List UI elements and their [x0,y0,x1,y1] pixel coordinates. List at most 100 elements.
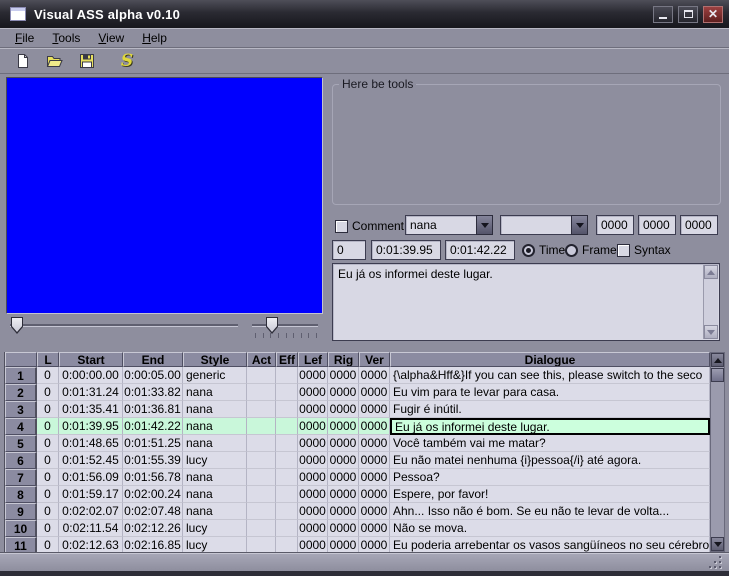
cell-lef[interactable]: 0000 [298,435,328,452]
styles-script-icon[interactable]: S [116,50,138,72]
cell-start[interactable]: 0:01:48.65 [59,435,123,452]
cell-act[interactable] [247,452,276,469]
header-rig[interactable]: Rig [328,352,359,367]
cell-act[interactable] [247,384,276,401]
cell-ver[interactable]: 0000 [359,469,390,486]
cell-style[interactable]: nana [183,418,247,435]
new-document-icon[interactable] [12,50,34,72]
cell-l[interactable]: 0 [37,435,59,452]
cell-l[interactable]: 0 [37,537,59,552]
cell-rig[interactable]: 0000 [328,367,359,384]
cell-eff[interactable] [276,435,298,452]
cell-eff[interactable] [276,384,298,401]
cell-start[interactable]: 0:01:59.17 [59,486,123,503]
table-row[interactable]: 900:02:02.070:02:07.48nana000000000000Ah… [5,503,710,520]
zoom-slider-thumb[interactable] [266,317,278,334]
subtitle-text-editor[interactable]: Eu já os informei deste lugar. [332,263,720,341]
cell-lef[interactable]: 0000 [298,486,328,503]
cell-eff[interactable] [276,503,298,520]
cell-lef[interactable]: 0000 [298,469,328,486]
cell-eff[interactable] [276,401,298,418]
cell-act[interactable] [247,486,276,503]
table-row[interactable]: 700:01:56.090:01:56.78nana000000000000Pe… [5,469,710,486]
row-number[interactable]: 5 [5,435,37,452]
grid-scrollbar[interactable] [710,352,725,552]
cell-act[interactable] [247,435,276,452]
header-lef[interactable]: Lef [298,352,328,367]
cell-dialogue[interactable]: Eu não matei nenhuma {i}pessoa{/i} até a… [390,452,710,469]
cell-l[interactable]: 0 [37,367,59,384]
cell-start[interactable]: 0:01:52.45 [59,452,123,469]
cell-eff[interactable] [276,537,298,552]
chevron-down-icon[interactable] [571,215,588,235]
header-dialogue[interactable]: Dialogue [390,352,710,367]
maximize-button[interactable] [678,6,698,23]
frame-radio[interactable] [565,244,578,257]
actor-combobox[interactable] [500,215,588,235]
cell-style[interactable]: nana [183,469,247,486]
table-row[interactable]: 200:01:31.240:01:33.82nana000000000000Eu… [5,384,710,401]
cell-l[interactable]: 0 [37,486,59,503]
syntax-checkbox[interactable] [617,244,630,257]
header-act[interactable]: Act [247,352,276,367]
cell-eff[interactable] [276,452,298,469]
seek-slider[interactable] [10,316,238,336]
cell-ver[interactable]: 0000 [359,486,390,503]
cell-style[interactable]: lucy [183,520,247,537]
close-button[interactable]: ✕ [703,6,723,23]
cell-dialogue[interactable]: {\alpha&Hff&}If you can see this, please… [390,367,710,384]
cell-act[interactable] [247,503,276,520]
cell-dialogue[interactable]: Pessoa? [390,469,710,486]
margin-vertical-input[interactable]: 0000 [680,215,718,235]
row-number[interactable]: 1 [5,367,37,384]
cell-rig[interactable]: 0000 [328,418,359,435]
header-rownum[interactable] [5,352,37,367]
resize-grip[interactable] [708,555,721,568]
header-start[interactable]: Start [59,352,123,367]
cell-end[interactable]: 0:01:55.39 [123,452,183,469]
cell-style[interactable]: nana [183,486,247,503]
minimize-button[interactable] [653,6,673,23]
cell-rig[interactable]: 0000 [328,401,359,418]
cell-act[interactable] [247,401,276,418]
cell-l[interactable]: 0 [37,503,59,520]
table-row[interactable]: 1000:02:11.540:02:12.26lucy000000000000N… [5,520,710,537]
chevron-down-icon[interactable] [476,215,493,235]
cell-act[interactable] [247,537,276,552]
table-row[interactable]: 400:01:39.950:01:42.22nana000000000000Eu… [5,418,710,435]
cell-dialogue[interactable]: Espere, por favor! [390,486,710,503]
row-number[interactable]: 10 [5,520,37,537]
cell-l[interactable]: 0 [37,452,59,469]
row-number[interactable]: 3 [5,401,37,418]
cell-end[interactable]: 0:01:36.81 [123,401,183,418]
cell-dialogue[interactable]: Eu já os informei deste lugar. [390,418,710,435]
cell-end[interactable]: 0:01:33.82 [123,384,183,401]
cell-style[interactable]: lucy [183,452,247,469]
cell-start[interactable]: 0:01:56.09 [59,469,123,486]
cell-act[interactable] [247,520,276,537]
row-number[interactable]: 8 [5,486,37,503]
menu-tools[interactable]: Tools [43,29,89,47]
cell-lef[interactable]: 0000 [298,503,328,520]
cell-style[interactable]: nana [183,435,247,452]
menu-view[interactable]: View [89,29,133,47]
cell-ver[interactable]: 0000 [359,537,390,552]
cell-start[interactable]: 0:01:39.95 [59,418,123,435]
open-file-icon[interactable] [44,50,66,72]
row-number[interactable]: 4 [5,418,37,435]
cell-rig[interactable]: 0000 [328,537,359,552]
layer-input[interactable]: 0 [332,240,366,260]
cell-lef[interactable]: 0000 [298,401,328,418]
row-number[interactable]: 11 [5,537,37,552]
style-combobox[interactable]: nana [405,215,493,235]
cell-l[interactable]: 0 [37,384,59,401]
table-row[interactable]: 500:01:48.650:01:51.25nana000000000000Vo… [5,435,710,452]
cell-l[interactable]: 0 [37,469,59,486]
cell-lef[interactable]: 0000 [298,537,328,552]
header-style[interactable]: Style [183,352,247,367]
cell-style[interactable]: generic [183,367,247,384]
cell-lef[interactable]: 0000 [298,452,328,469]
cell-lef[interactable]: 0000 [298,367,328,384]
cell-start[interactable]: 0:01:31.24 [59,384,123,401]
cell-act[interactable] [247,367,276,384]
